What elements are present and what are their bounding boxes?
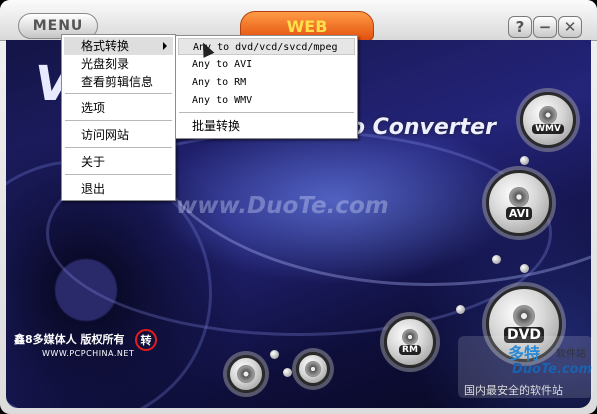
site-tag: 软件站	[556, 349, 586, 360]
wmv-label: WMV	[532, 124, 564, 134]
submenu-item-batch-convert[interactable]: 批量转换	[178, 118, 355, 135]
disc-icon	[513, 305, 535, 327]
disc-icon	[509, 186, 529, 207]
submenu-item-any-to-avi[interactable]: Any to AVI	[178, 56, 355, 73]
clip-info-button[interactable]	[296, 352, 330, 386]
watermark-text: www.DuoTe.com	[176, 193, 389, 219]
help-button[interactable]: ?	[508, 16, 532, 38]
disc-icon	[305, 361, 321, 377]
indicator-dot	[520, 264, 529, 273]
menu-item-visit-website[interactable]: 访问网站	[64, 126, 173, 144]
menu-item-about[interactable]: 关于	[64, 153, 173, 171]
indicator-dot	[456, 305, 465, 314]
submenu-item-any-to-wmv[interactable]: Any to WMV	[178, 92, 355, 109]
indicator-dot	[492, 255, 501, 264]
close-button[interactable]: ✕	[558, 16, 582, 38]
main-menu: 格式转换 光盘刻录 查看剪辑信息 选项 访问网站 关于 退出	[61, 34, 176, 201]
menu-item-options[interactable]: 选项	[64, 99, 173, 117]
wmv-button[interactable]: WMV	[520, 92, 576, 148]
disc-icon	[237, 365, 255, 383]
credit-url: WWW.PCPCHINA.NET	[42, 349, 135, 358]
avi-button[interactable]: AVI	[486, 170, 552, 236]
submenu-arrow-icon	[163, 42, 167, 50]
app-window: MENU WEB ? − ✕ V Video Converter www.Duo…	[0, 0, 597, 414]
menu-separator	[65, 120, 172, 121]
menu-item-format-convert[interactable]: 格式转换	[64, 37, 173, 55]
indicator-dot	[283, 368, 292, 377]
menu-item-label: 格式转换	[81, 39, 130, 53]
site-domain: DuoTe.com	[512, 362, 593, 377]
menu-separator	[179, 112, 354, 113]
avi-label: AVI	[505, 206, 533, 220]
menu-separator	[65, 93, 172, 94]
site-logo: 多特	[508, 344, 541, 363]
menu-item-exit[interactable]: 退出	[64, 180, 173, 198]
disc-icon	[402, 329, 418, 345]
credit-text: 鑫8多媒体人 版权所有	[14, 333, 125, 346]
menu-item-disc-burn[interactable]: 光盘刻录	[64, 55, 173, 73]
convert-icon: 转	[135, 329, 157, 351]
burn-disc-button[interactable]	[227, 355, 265, 393]
indicator-dot	[270, 350, 279, 359]
indicator-dot	[520, 156, 529, 165]
disc-icon	[539, 106, 557, 124]
submenu-item-any-to-rm[interactable]: Any to RM	[178, 74, 355, 91]
menu-item-clip-info[interactable]: 查看剪辑信息	[64, 73, 173, 91]
menu-separator	[65, 147, 172, 148]
site-slogan: 国内最安全的软件站	[464, 384, 563, 397]
menu-separator	[65, 174, 172, 175]
rm-button[interactable]: RM	[384, 316, 436, 368]
minimize-button[interactable]: −	[533, 16, 557, 38]
rm-label: RM	[399, 345, 421, 355]
